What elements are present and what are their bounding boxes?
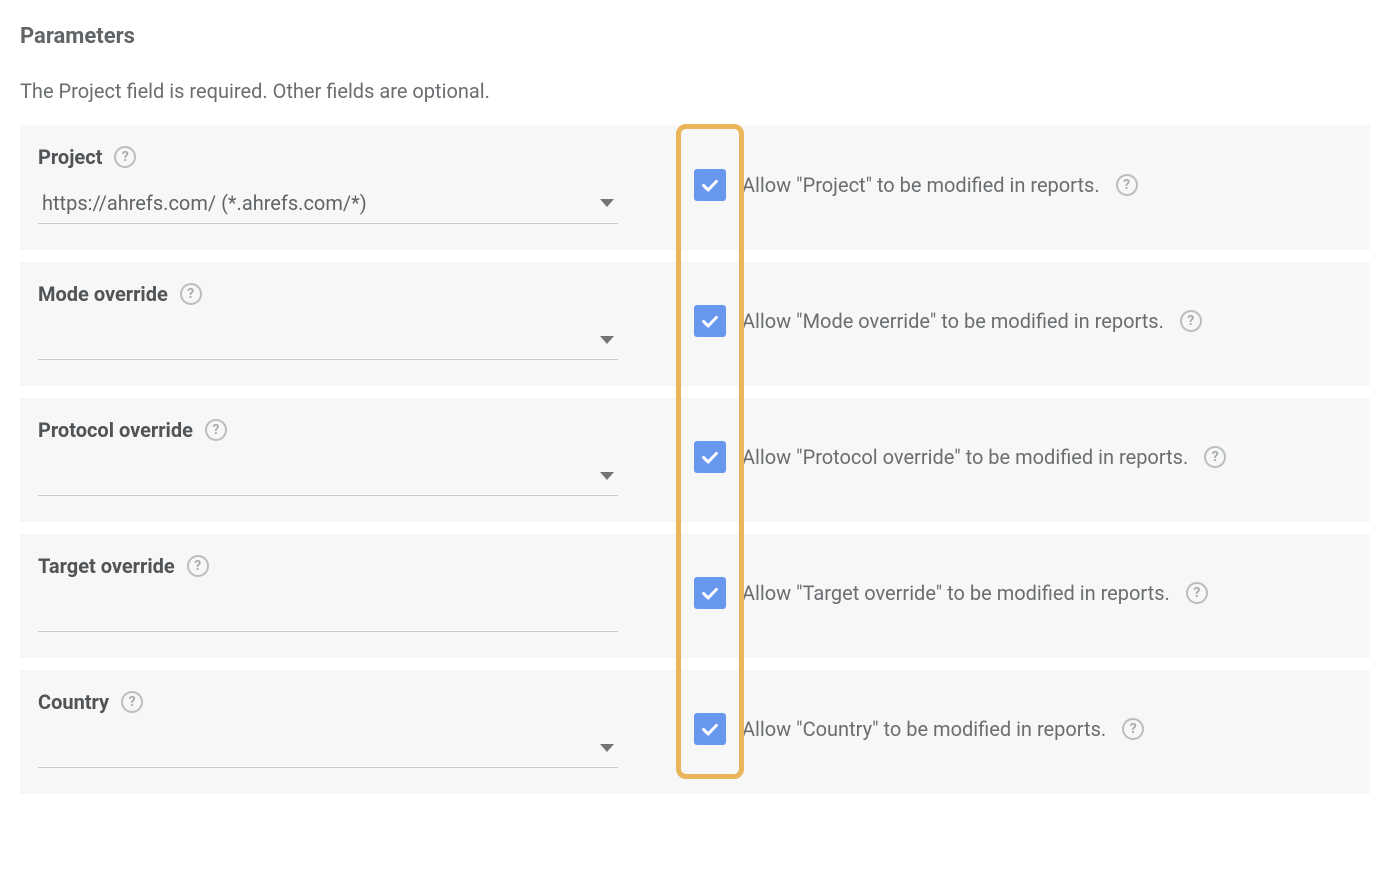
help-icon[interactable]: ?	[205, 419, 227, 441]
parameter-label: Mode override	[38, 282, 168, 306]
section-subtitle: The Project field is required. Other fie…	[20, 79, 1370, 103]
check-icon	[699, 446, 721, 468]
help-icon[interactable]: ?	[1116, 174, 1138, 196]
allow-modify-label: Allow "Mode override" to be modified in …	[742, 309, 1164, 333]
allow-modify-label: Allow "Protocol override" to be modified…	[742, 445, 1188, 469]
allow-modify-label: Allow "Project" to be modified in report…	[742, 173, 1100, 197]
help-icon[interactable]: ?	[180, 283, 202, 305]
parameter-select[interactable]: https://ahrefs.com/ (*.ahrefs.com/*)	[38, 185, 618, 224]
parameter-select[interactable]	[38, 458, 618, 496]
parameter-row: Country? Allow "Country" to be modified i…	[20, 670, 1370, 794]
allow-modify-label: Allow "Target override" to be modified i…	[742, 581, 1170, 605]
allow-modify-label: Allow "Country" to be modified in report…	[742, 717, 1106, 741]
chevron-down-icon	[600, 472, 614, 480]
allow-modify-checkbox[interactable]	[694, 169, 726, 201]
parameter-input[interactable]	[38, 594, 618, 632]
check-icon	[699, 582, 721, 604]
help-icon[interactable]: ?	[187, 555, 209, 577]
chevron-down-icon	[600, 744, 614, 752]
select-value: https://ahrefs.com/ (*.ahrefs.com/*)	[42, 191, 367, 215]
parameter-label: Target override	[38, 554, 175, 578]
chevron-down-icon	[600, 336, 614, 344]
parameter-row: Project? https://ahrefs.com/ (*.ahrefs.co…	[20, 125, 1370, 250]
parameter-label: Protocol override	[38, 418, 193, 442]
check-icon	[699, 310, 721, 332]
help-icon[interactable]: ?	[1122, 718, 1144, 740]
parameter-row: Mode override? Allow "Mode override" to b…	[20, 262, 1370, 386]
allow-modify-checkbox[interactable]	[694, 713, 726, 745]
parameter-row: Protocol override? Allow "Protocol overri…	[20, 398, 1370, 522]
parameter-select[interactable]	[38, 322, 618, 360]
parameter-row: Target override? Allow "Target override" …	[20, 534, 1370, 658]
allow-modify-checkbox[interactable]	[694, 305, 726, 337]
parameter-label: Project	[38, 145, 102, 169]
help-icon[interactable]: ?	[1204, 446, 1226, 468]
parameters-list: Project? https://ahrefs.com/ (*.ahrefs.co…	[20, 125, 1370, 794]
allow-modify-checkbox[interactable]	[694, 441, 726, 473]
section-title: Parameters	[20, 24, 1370, 49]
check-icon	[699, 718, 721, 740]
help-icon[interactable]: ?	[1180, 310, 1202, 332]
check-icon	[699, 174, 721, 196]
parameter-select[interactable]	[38, 730, 618, 768]
chevron-down-icon	[600, 199, 614, 207]
allow-modify-checkbox[interactable]	[694, 577, 726, 609]
help-icon[interactable]: ?	[121, 691, 143, 713]
help-icon[interactable]: ?	[1186, 582, 1208, 604]
help-icon[interactable]: ?	[114, 146, 136, 168]
parameter-label: Country	[38, 690, 109, 714]
